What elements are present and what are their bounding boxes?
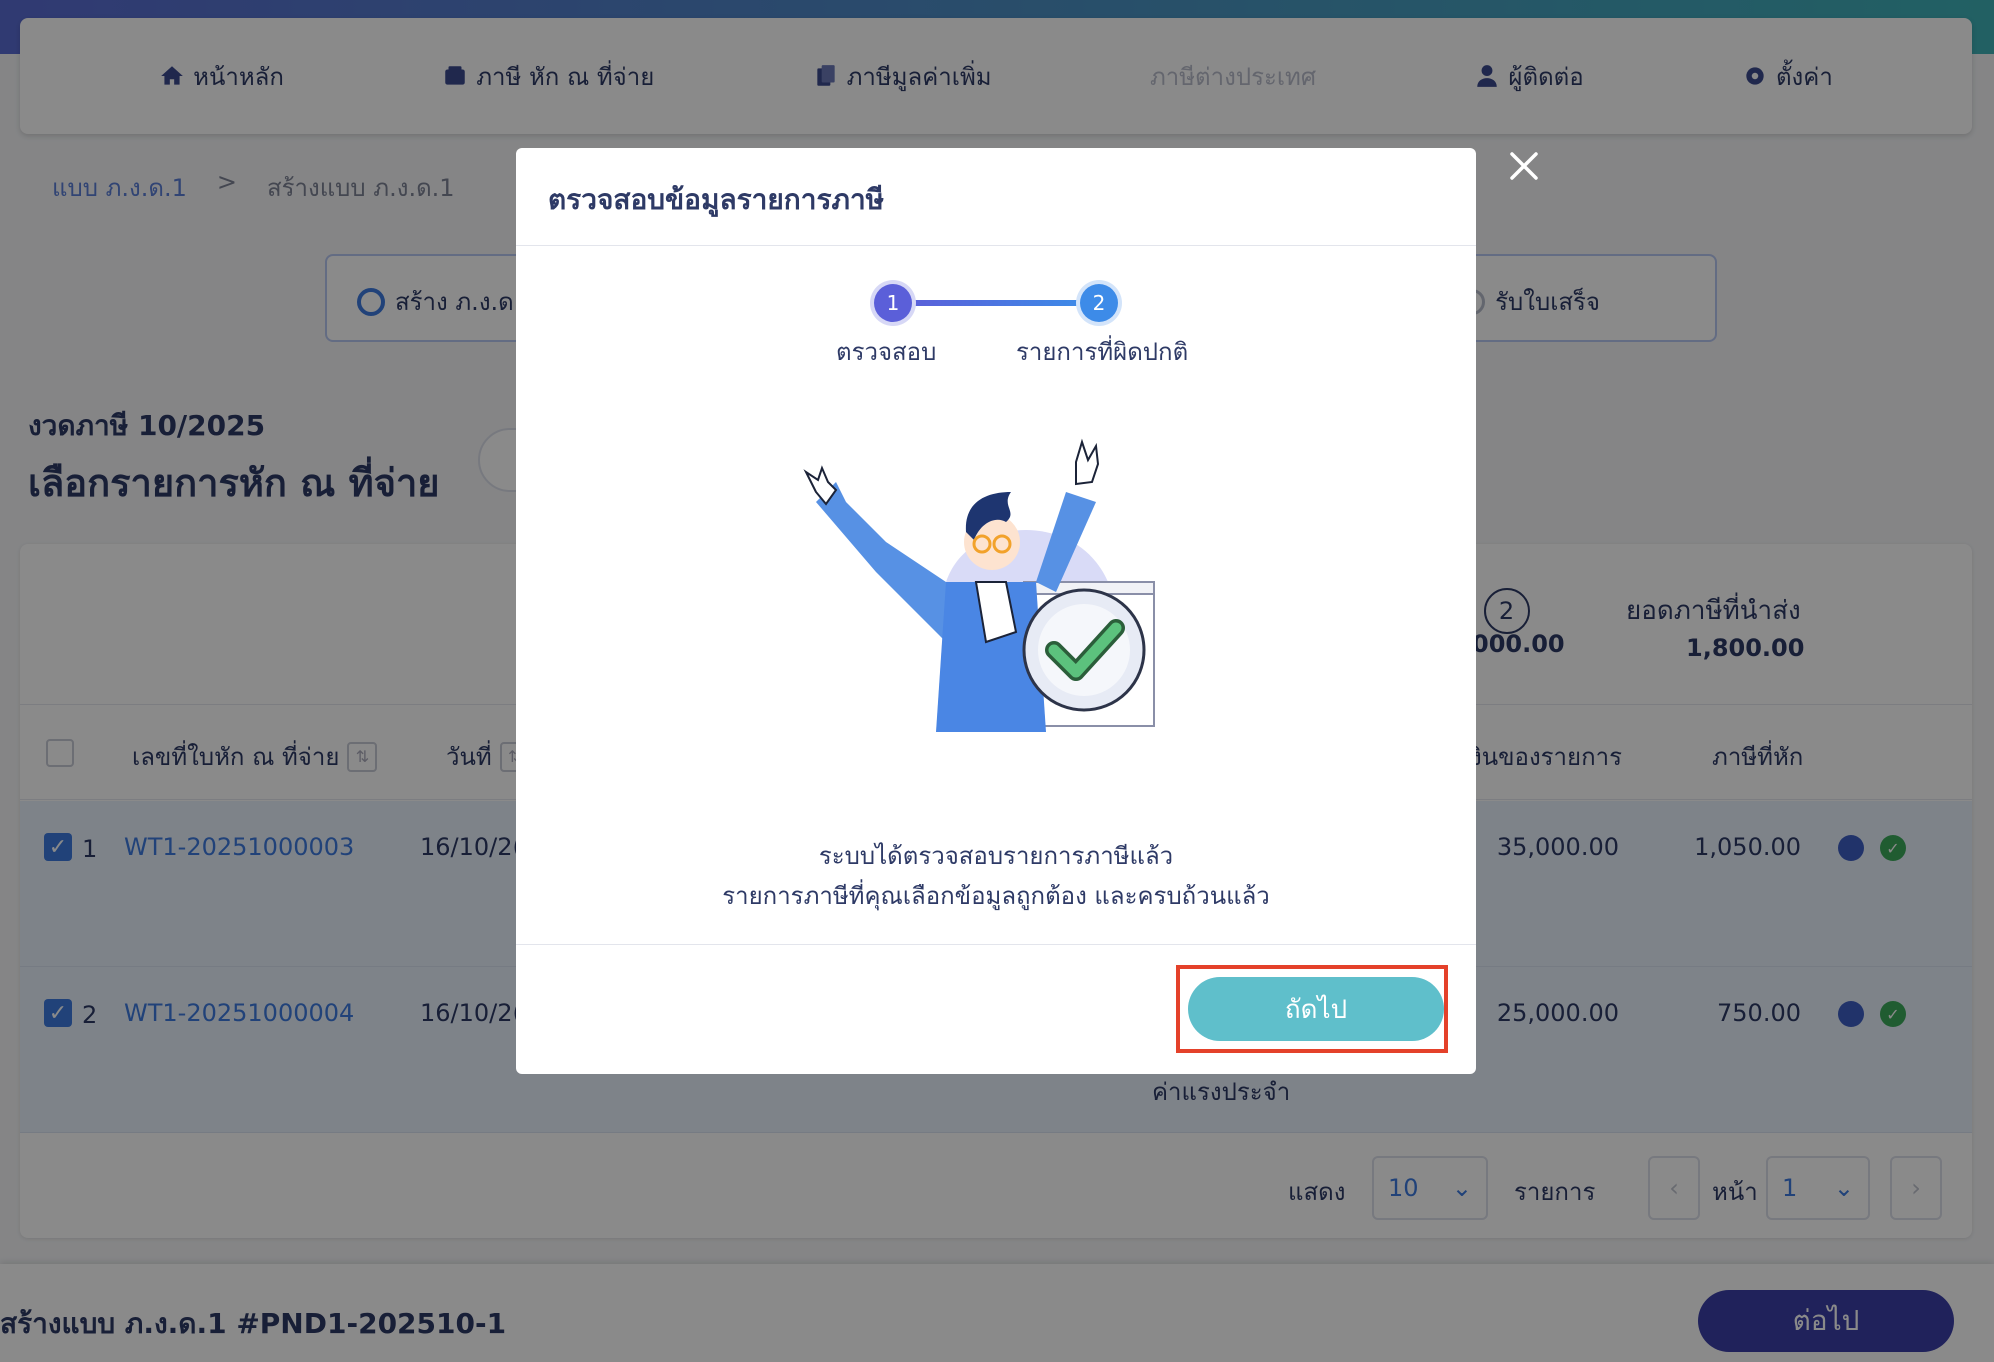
modal-message-line-2: รายการภาษีที่คุณเลือกข้อมูลถูกต้อง และคร… bbox=[722, 882, 1270, 910]
modal-title: ตรวจสอบข้อมูลรายการภาษี bbox=[516, 148, 1476, 246]
highlight-box bbox=[1176, 965, 1448, 1053]
modal-stepper: 1 2 ตรวจสอบ รายการที่ผิดปกติ bbox=[516, 280, 1476, 380]
verification-modal: ตรวจสอบข้อมูลรายการภาษี 1 2 ตรวจสอบ รายก… bbox=[516, 148, 1476, 1074]
stepper-step-1: 1 bbox=[874, 284, 912, 322]
stepper-connector bbox=[908, 300, 1084, 306]
stepper-step-2-label: รายการที่ผิดปกติ bbox=[1016, 338, 1189, 366]
stepper-step-1-label: ตรวจสอบ bbox=[836, 338, 937, 366]
stepper-step-2: 2 bbox=[1080, 284, 1118, 322]
close-icon[interactable] bbox=[1504, 146, 1544, 186]
success-illustration bbox=[803, 438, 1155, 732]
modal-footer: ถัดไป bbox=[516, 944, 1476, 1074]
modal-message-line-1: ระบบได้ตรวจสอบรายการภาษีแล้ว bbox=[818, 842, 1174, 870]
